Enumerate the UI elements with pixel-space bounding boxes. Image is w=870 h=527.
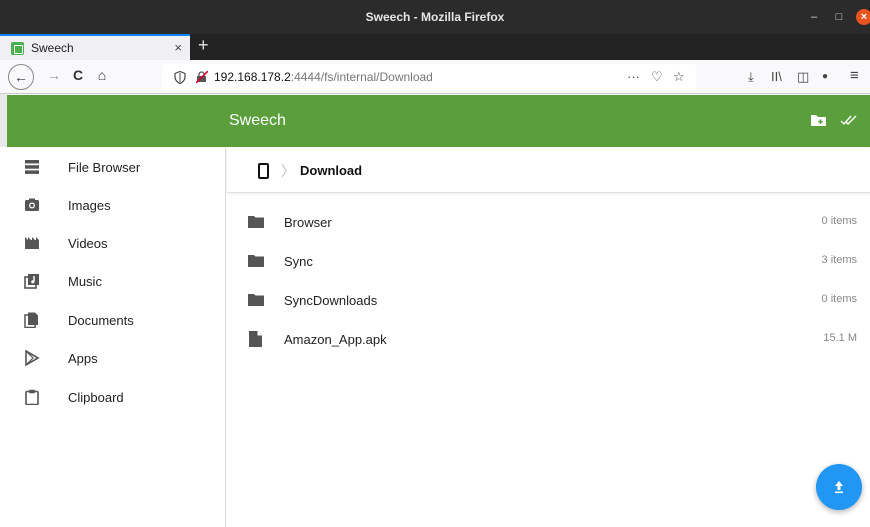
breadcrumb: 〉 Download — [227, 147, 870, 193]
sidebar-item-label: Clipboard — [68, 389, 124, 405]
window-title: Sweech - Mozilla Firefox — [365, 10, 505, 24]
sidebar: File Browser Images Videos Music Documen… — [0, 147, 226, 527]
window-titlebar: Sweech - Mozilla Firefox – □ × — [0, 0, 870, 34]
maximize-button[interactable]: □ — [831, 9, 847, 25]
document-icon — [24, 312, 38, 328]
breadcrumb-separator: 〉 — [281, 163, 295, 179]
file-meta: 0 items — [821, 293, 857, 305]
file-meta: 15.1 M — [823, 332, 857, 344]
page-actions-icon[interactable]: ··· — [627, 69, 640, 84]
storage-icon — [25, 160, 39, 174]
sidebar-item-videos[interactable]: Videos — [0, 228, 226, 258]
file-name: Amazon_App.apk — [284, 332, 387, 347]
url-host: 192.168.178.2 — [214, 70, 291, 84]
clipboard-icon — [25, 389, 39, 405]
folder-icon — [248, 255, 264, 267]
sidebar-item-images[interactable]: Images — [0, 190, 226, 220]
upload-icon — [835, 481, 843, 494]
tab-strip: Sweech × + — [0, 34, 870, 60]
upload-button[interactable] — [816, 464, 862, 510]
forward-button[interactable]: → — [44, 67, 64, 83]
sidebar-item-label: Images — [68, 197, 111, 213]
minimize-button[interactable]: – — [806, 9, 822, 25]
breadcrumb-current[interactable]: Download — [300, 163, 362, 178]
navigation-toolbar: ← → C ⌂ 192.168.178.2:4444/fs/internal/D… — [0, 60, 870, 94]
sidebar-item-label: Apps — [68, 350, 98, 366]
file-browser-panel: 〉 Download Browser 0 items Sync 3 items … — [227, 147, 870, 527]
account-icon[interactable]: ● — [822, 71, 828, 82]
play-store-icon — [25, 350, 40, 366]
file-row[interactable]: Amazon_App.apk 15.1 M — [227, 320, 870, 358]
pocket-icon[interactable]: ♡ — [651, 69, 663, 85]
menu-icon[interactable]: ≡ — [850, 67, 859, 84]
file-row[interactable]: SyncDownloads 0 items — [227, 281, 870, 319]
sidebar-item-clipboard[interactable]: Clipboard — [0, 382, 226, 412]
file-name: Sync — [284, 254, 313, 269]
sidebar-item-label: Music — [68, 273, 102, 289]
sidebar-item-label: Videos — [68, 235, 108, 251]
sidebar-item-music[interactable]: Music — [0, 266, 226, 296]
sidebar-toggle-icon[interactable]: ◫ — [797, 69, 809, 85]
sidebar-item-file-browser[interactable]: File Browser — [0, 152, 226, 182]
sidebar-item-label: Documents — [68, 312, 134, 328]
new-folder-icon[interactable] — [810, 113, 827, 127]
app-title: Sweech — [229, 112, 286, 129]
music-library-icon — [24, 274, 39, 289]
device-icon[interactable] — [258, 163, 269, 179]
new-tab-button[interactable]: + — [198, 35, 209, 56]
downloads-icon[interactable]: ⤓ — [748, 69, 754, 85]
file-name: Browser — [284, 215, 332, 230]
tab-close-button[interactable]: × — [174, 40, 182, 55]
file-row[interactable]: Sync 3 items — [227, 242, 870, 280]
bookmark-star-icon[interactable]: ☆ — [673, 69, 685, 85]
home-button[interactable]: ⌂ — [92, 67, 112, 83]
file-icon — [249, 331, 262, 347]
tab-sweech[interactable]: Sweech × — [0, 34, 190, 60]
tracking-shield-icon[interactable] — [174, 70, 186, 84]
reload-button[interactable]: C — [68, 67, 88, 83]
select-all-icon[interactable] — [840, 113, 858, 127]
folder-icon — [248, 216, 264, 228]
file-meta: 3 items — [821, 254, 857, 266]
sidebar-item-label: File Browser — [68, 159, 141, 175]
app-header: Sweech — [0, 95, 870, 147]
sidebar-item-documents[interactable]: Documents — [0, 305, 226, 335]
folder-icon — [248, 294, 264, 306]
sidebar-item-apps[interactable]: Apps — [0, 343, 226, 373]
file-meta: 0 items — [821, 215, 857, 227]
close-window-button[interactable]: × — [856, 9, 870, 25]
insecure-connection-icon[interactable] — [196, 71, 208, 83]
file-row[interactable]: Browser 0 items — [227, 203, 870, 241]
url-path: :4444/fs/internal/Download — [290, 70, 433, 84]
movie-icon — [25, 237, 39, 249]
camera-icon — [25, 198, 39, 211]
url-bar[interactable]: 192.168.178.2:4444/fs/internal/Download … — [162, 64, 696, 90]
sweech-favicon-icon — [11, 41, 24, 55]
tab-label: Sweech — [31, 41, 74, 55]
back-button[interactable]: ← — [8, 64, 34, 90]
library-icon[interactable]: II\ — [771, 69, 782, 84]
file-name: SyncDownloads — [284, 293, 378, 308]
